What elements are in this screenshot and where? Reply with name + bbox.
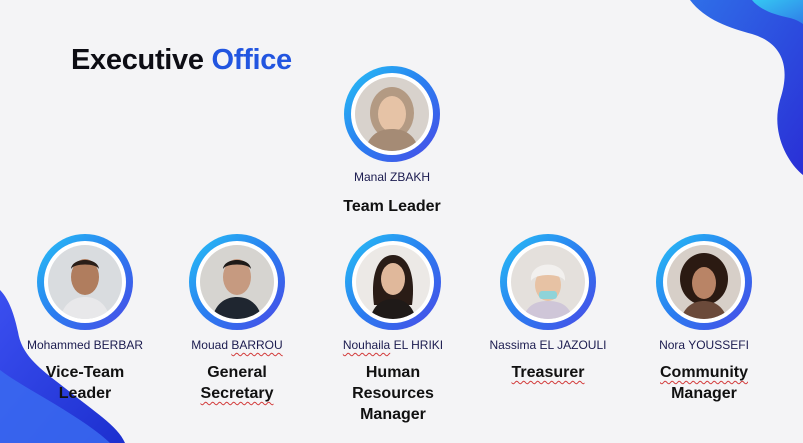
member-card-general-secretary: Mouad BARROU General Secretary [152,234,322,404]
title-word-executive: Executive [71,44,204,76]
woman-curly-hair-portrait-icon [667,245,741,319]
member-role: Community Manager [660,364,748,402]
title-word-office: Office [211,44,292,76]
avatar-ring [189,234,285,330]
member-role: Vice-Team Leader [45,364,125,402]
wave-top-right [690,0,803,175]
avatar [663,241,745,323]
member-name: Nassima EL JAZOULI [489,338,607,352]
avatar [196,241,278,323]
avatar-ring [344,66,440,162]
member-role: Team Leader [343,198,441,215]
member-name: Nora YOUSSEFI [659,338,749,352]
member-card-hr-manager: Nouhaila EL HRIKI Human Resources Manage… [308,234,478,425]
member-name: Mouad BARROU [191,338,283,352]
avatar-ring [656,234,752,330]
member-card-treasurer: Nassima EL JAZOULI Treasurer [463,234,633,383]
avatar [352,241,434,323]
avatar-ring [37,234,133,330]
man-portrait-icon [200,245,274,319]
page-title: Executive Office [71,44,292,77]
member-role: General Secretary [200,364,274,402]
member-role: Treasurer [511,364,585,381]
member-name: Nouhaila EL HRIKI [342,338,444,352]
member-name: Mohammed BERBAR [26,338,144,352]
woman-hijab-portrait-icon [355,77,429,151]
avatar [507,241,589,323]
avatar [44,241,126,323]
woman-beanie-portrait-icon [511,245,585,319]
woman-portrait-icon [356,245,430,319]
avatar [351,73,433,155]
member-card-vice-team-leader: Mohammed BERBAR Vice-Team Leader [0,234,170,404]
member-card-community-manager: Nora YOUSSEFI Community Manager [619,234,789,404]
member-name: Manal ZBAKH [353,170,431,184]
member-card-team-leader: Manal ZBAKH Team Leader [307,66,477,217]
avatar-ring [500,234,596,330]
avatar-ring [345,234,441,330]
man-portrait-icon [48,245,122,319]
member-role: Human Resources Manager [352,364,434,423]
